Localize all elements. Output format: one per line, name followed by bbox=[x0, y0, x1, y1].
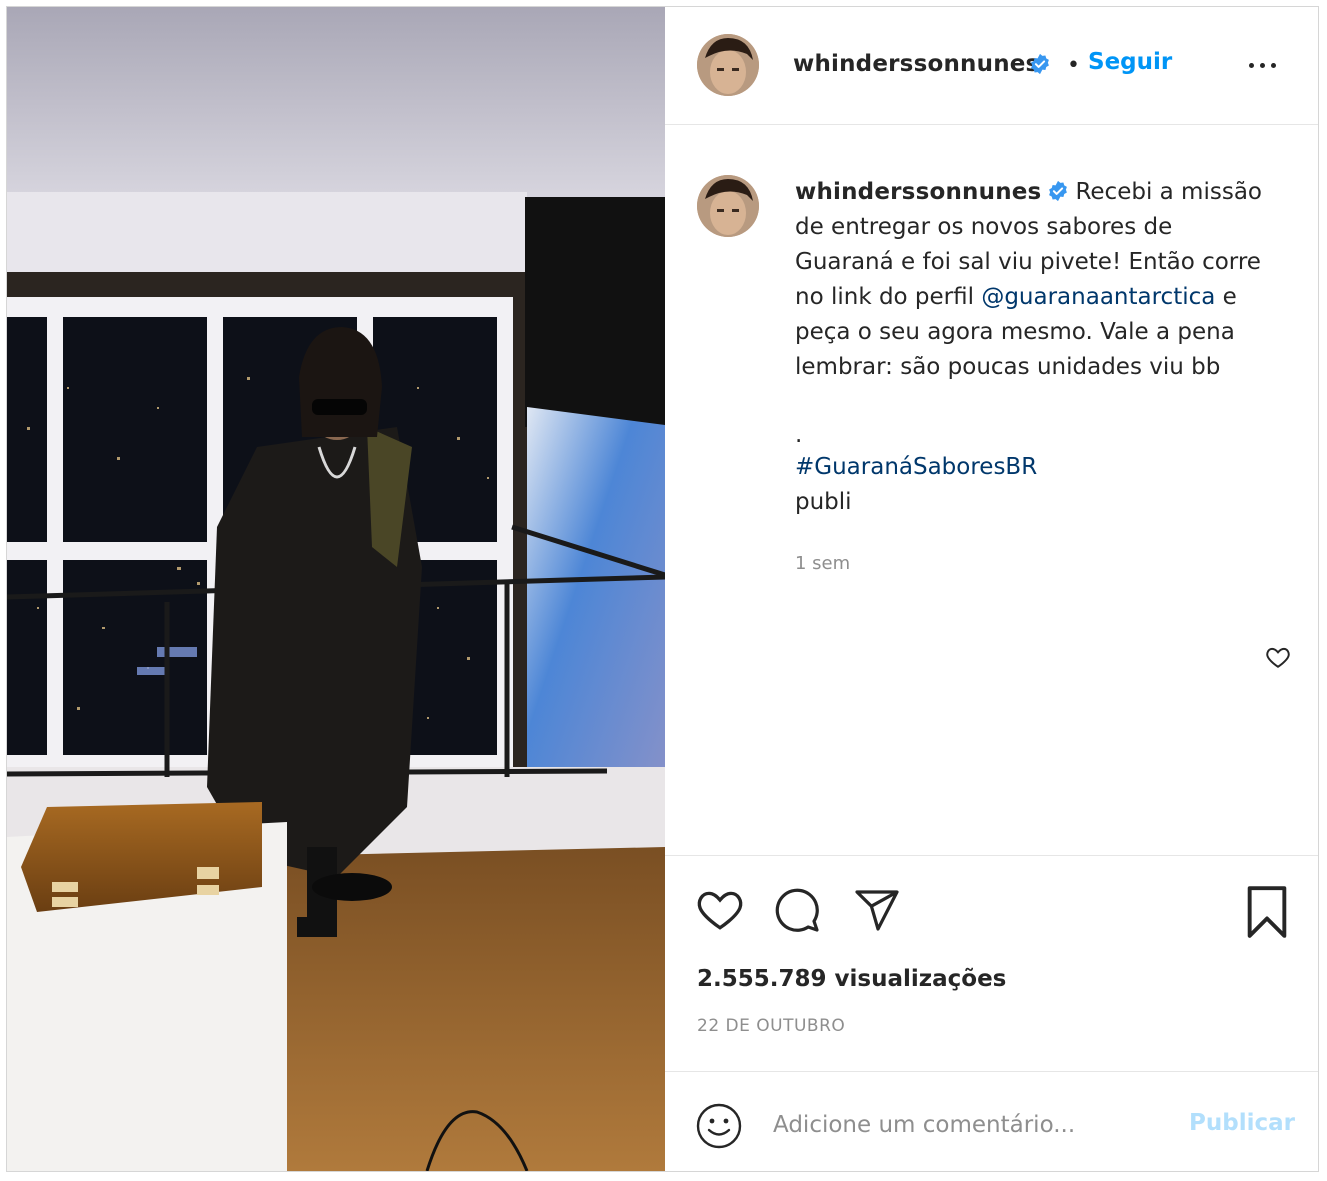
username[interactable]: whinderssonnunes bbox=[793, 51, 1039, 77]
post-sidebar: whinderssonnunes • Seguir whinderssonnun… bbox=[665, 7, 1318, 1171]
like-caption-heart-icon[interactable] bbox=[1265, 645, 1291, 669]
post-header: whinderssonnunes • Seguir bbox=[665, 7, 1318, 125]
comment-input[interactable] bbox=[771, 1102, 1175, 1148]
video-frame bbox=[7, 7, 665, 1171]
comment-box: Publicar bbox=[665, 1071, 1318, 1171]
caption-area: whinderssonnunes Recebi a missão de entre… bbox=[665, 125, 1318, 855]
caption-text: de entregar os novos sabores de bbox=[795, 214, 1173, 240]
more-options-icon[interactable] bbox=[1245, 51, 1281, 77]
caption-text: publi bbox=[795, 489, 852, 515]
post-actions: 2.555.789 visualizações 22 DE OUTUBRO bbox=[665, 855, 1318, 1071]
heart-icon[interactable] bbox=[695, 886, 745, 932]
mention-link[interactable]: @guaranaantarctica bbox=[981, 284, 1215, 310]
caption-text: Recebi a missão bbox=[1075, 179, 1262, 205]
verified-icon bbox=[1049, 180, 1068, 202]
post-date[interactable]: 22 DE OUTUBRO bbox=[697, 1016, 845, 1036]
bookmark-icon[interactable] bbox=[1243, 886, 1291, 938]
caption-text: lembrar: são poucas unidades viu bb bbox=[795, 354, 1221, 380]
caption-avatar[interactable] bbox=[697, 175, 759, 237]
publish-button[interactable]: Publicar bbox=[1189, 1110, 1295, 1136]
follow-button[interactable]: Seguir bbox=[1088, 49, 1172, 75]
separator-dot: • bbox=[1067, 53, 1080, 78]
comment-icon[interactable] bbox=[771, 886, 823, 934]
caption-text: peça o seu agora mesmo. Vale a pena bbox=[795, 319, 1235, 345]
share-icon[interactable] bbox=[851, 886, 903, 934]
caption-text: . bbox=[795, 422, 803, 448]
caption-timestamp[interactable]: 1 sem bbox=[795, 553, 850, 574]
caption-text: e bbox=[1222, 284, 1237, 310]
emoji-icon[interactable] bbox=[695, 1102, 743, 1150]
post-caption: whinderssonnunes Recebi a missão de entre… bbox=[795, 175, 1295, 520]
caption-text: no link do perfil bbox=[795, 284, 975, 310]
avatar[interactable] bbox=[697, 34, 759, 96]
verified-icon bbox=[1031, 53, 1049, 75]
hashtag-link[interactable]: #GuaranáSaboresBR bbox=[795, 450, 1295, 485]
post-card: whinderssonnunes • Seguir whinderssonnun… bbox=[6, 6, 1319, 1172]
post-video[interactable] bbox=[7, 7, 665, 1171]
view-count[interactable]: 2.555.789 visualizações bbox=[697, 966, 1006, 992]
caption-text: Guaraná e foi sal viu pivete! Então corr… bbox=[795, 249, 1261, 275]
caption-username[interactable]: whinderssonnunes bbox=[795, 179, 1041, 205]
